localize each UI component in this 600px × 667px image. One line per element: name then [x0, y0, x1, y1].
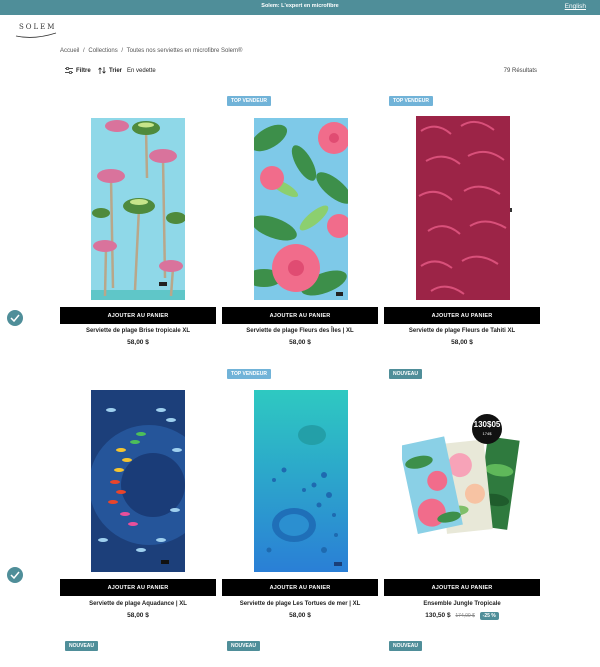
- check-shield-icon: [10, 314, 20, 322]
- breadcrumb: Accueil / Collections / Toutes nos servi…: [60, 48, 244, 54]
- product-image-ensemble-jungle-tropicale[interactable]: [402, 430, 520, 534]
- product-image-aquadance[interactable]: [91, 390, 185, 572]
- sale-price: 130,50 $: [425, 612, 451, 619]
- breadcrumb-separator: /: [83, 48, 85, 54]
- add-to-cart-button[interactable]: AJOUTER AU PANIER: [222, 307, 378, 324]
- sort-arrows-icon: [98, 67, 106, 74]
- product-name[interactable]: Serviette de plage Fleurs des Îles | XL: [222, 328, 378, 334]
- discount-badge: -25 %: [479, 612, 499, 620]
- add-to-cart-button[interactable]: AJOUTER AU PANIER: [384, 579, 540, 596]
- badge-top-seller: TOP VENDEUR: [227, 96, 271, 106]
- add-to-cart-button[interactable]: AJOUTER AU PANIER: [60, 307, 216, 324]
- sort-value: En vedette: [127, 67, 156, 74]
- badge-new: NOUVEAU: [389, 641, 423, 651]
- seal-old-price: 174$: [482, 431, 492, 436]
- badge-top-seller: TOP VENDEUR: [389, 96, 433, 106]
- breadcrumb-home[interactable]: Accueil: [60, 48, 79, 54]
- breadcrumb-current: Toutes nos serviettes en microfibre Sole…: [126, 48, 243, 54]
- badge-new: NOUVEAU: [389, 369, 423, 379]
- sort-label: Trier: [109, 67, 123, 74]
- product-name[interactable]: Serviette de plage Les Tortues de mer | …: [222, 601, 378, 607]
- seal-price: 130$05: [473, 420, 501, 429]
- product-image-tortues-de-mer[interactable]: [254, 390, 348, 572]
- floating-widget-button[interactable]: [7, 310, 23, 326]
- badge-top-seller: TOP VENDEUR: [227, 369, 271, 379]
- product-name[interactable]: Serviette de plage Brise tropicale XL: [60, 328, 216, 334]
- add-to-cart-button[interactable]: AJOUTER AU PANIER: [384, 307, 540, 324]
- add-to-cart-button[interactable]: AJOUTER AU PANIER: [222, 579, 378, 596]
- announcement-bar: Solem: L'expert en microfibre English: [0, 0, 600, 15]
- announcement-text: Solem: L'expert en microfibre: [261, 3, 339, 9]
- product-image-brise-tropicale[interactable]: [91, 118, 185, 300]
- product-price: 58,00 $: [289, 339, 311, 346]
- breadcrumb-separator: /: [121, 48, 124, 54]
- badge-new: NOUVEAU: [65, 641, 99, 651]
- add-to-cart-button[interactable]: AJOUTER AU PANIER: [60, 579, 216, 596]
- price-seal: 130$05 174$: [472, 414, 502, 444]
- sort-dropdown[interactable]: Trier En vedette: [98, 67, 156, 74]
- compare-price: 174,00 $: [455, 613, 475, 619]
- logo-swoosh-icon: [15, 32, 57, 38]
- product-price: 58,00 $: [127, 339, 149, 346]
- product-price: 58,00 $: [289, 612, 311, 619]
- filter-button[interactable]: Filtre: [65, 67, 91, 74]
- filter-label: Filtre: [76, 67, 91, 74]
- floating-widget-button[interactable]: [7, 567, 23, 583]
- product-price: 58,00 $: [451, 339, 473, 346]
- collection-toolbar: Filtre Trier En vedette 79 Résultats: [60, 67, 540, 77]
- badge-new: NOUVEAU: [227, 641, 261, 651]
- product-name[interactable]: Serviette de plage Aquadance | XL: [60, 601, 216, 607]
- product-price-block: 130,50 $ 174,00 $ -25 %: [384, 612, 540, 620]
- product-name[interactable]: Serviette de plage Fleurs de Tahiti XL: [384, 328, 540, 334]
- product-image-fleurs-de-tahiti[interactable]: [416, 116, 512, 300]
- brand-logo[interactable]: SOLEM: [14, 23, 58, 39]
- check-shield-icon: [10, 571, 20, 579]
- sliders-icon: [65, 67, 73, 74]
- product-name[interactable]: Ensemble Jungle Tropicale: [384, 601, 540, 607]
- results-count: 79 Résultats: [503, 68, 537, 74]
- breadcrumb-collections[interactable]: Collections: [88, 48, 117, 54]
- product-price: 58,00 $: [127, 612, 149, 619]
- language-link[interactable]: English: [565, 3, 586, 10]
- product-image-fleurs-des-iles[interactable]: [254, 118, 348, 300]
